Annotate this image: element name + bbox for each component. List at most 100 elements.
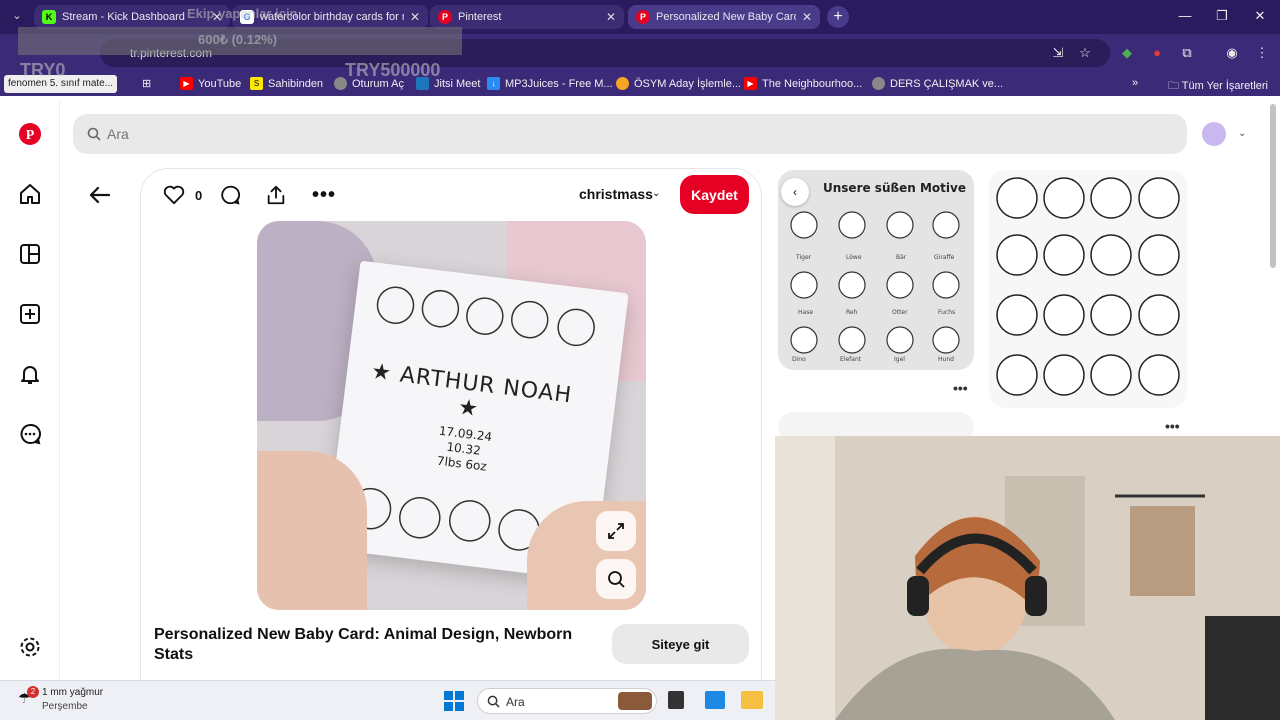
overlay-goal-min: TRY0 (20, 60, 66, 80)
related-pin-2-more-icon[interactable]: ••• (1165, 418, 1180, 434)
bookmark-label: ÖSYM Aday İşlemle... (634, 77, 741, 90)
terminal-app-icon[interactable] (668, 691, 684, 709)
photos-app-icon[interactable] (705, 691, 725, 709)
animal-label: Löwe (846, 254, 862, 261)
window-close-icon[interactable]: ✕ (1250, 8, 1270, 24)
related-pin-1-more-icon[interactable]: ••• (953, 380, 968, 396)
share-icon[interactable] (265, 183, 287, 207)
pinterest-sidebar: P (0, 100, 60, 680)
tab-title: Personalized New Baby Card: A (656, 11, 796, 23)
bookmarks-bar: fenomen 5. sınıf mate... ⊞ ▶ YouTube S S… (0, 72, 1280, 96)
new-tab-button[interactable]: + (827, 6, 849, 28)
shield-extension-icon[interactable]: ◆ (1117, 45, 1137, 61)
search-input[interactable] (107, 114, 1167, 154)
browser-menu-icon[interactable]: ⋮ (1252, 45, 1272, 61)
apps-grid-icon[interactable]: ⊞ (142, 77, 151, 90)
kick-icon: K (42, 10, 56, 24)
folder-label: Tüm Yer İşaretleri (1181, 80, 1268, 92)
profile-avatar-icon[interactable]: ◉ (1222, 45, 1242, 61)
tab-personalized-baby-card[interactable]: P Personalized New Baby Card: A ✕ (628, 5, 820, 29)
animal-motifs-grid (790, 211, 960, 354)
board-selector[interactable]: christmass (579, 186, 653, 202)
back-arrow-icon[interactable] (88, 183, 112, 207)
svg-text:P: P (26, 128, 35, 143)
close-icon[interactable]: ✕ (802, 10, 812, 24)
youtube-icon: ▶ (180, 77, 193, 90)
chevron-down-icon[interactable]: ⌄ (652, 188, 660, 199)
bookmark-sahibinden[interactable]: S Sahibinden (250, 77, 323, 90)
star-icon: ★ (369, 359, 402, 388)
overlay-goal-progress: 600₺ (0.12%) (198, 32, 278, 47)
comment-icon[interactable] (219, 183, 241, 207)
bookmark-youtube[interactable]: ▶ YouTube (180, 77, 241, 90)
animal-label: Hund (938, 356, 954, 363)
heart-icon (163, 185, 185, 205)
pinterest-logo-icon[interactable]: P (18, 122, 42, 146)
bookmark-label: MP3Juices - Free M... (505, 77, 613, 90)
bookmark-mp3juices[interactable]: ↓ MP3Juices - Free M... (487, 77, 613, 90)
restore-icon[interactable]: ❐ (1212, 8, 1232, 24)
visit-site-button[interactable]: Siteye git (612, 624, 749, 664)
install-app-icon[interactable]: ⇲ (1048, 45, 1068, 61)
notifications-bell-icon[interactable] (18, 362, 42, 386)
bookmark-label: YouTube (198, 77, 242, 90)
search-bar (73, 114, 1187, 154)
like-button[interactable]: 0 (163, 183, 202, 207)
bookmark-label: The Neighbourhoo... (762, 77, 863, 90)
animal-faces-grid (996, 177, 1180, 396)
file-explorer-icon[interactable] (741, 691, 763, 709)
carousel-prev-icon[interactable]: ‹ (781, 178, 809, 206)
pinterest-icon: P (438, 10, 452, 24)
visual-search-icon[interactable] (596, 559, 636, 599)
tab-pinterest[interactable]: P Pinterest ✕ (430, 5, 624, 29)
bookmark-label: Sahibinden (268, 77, 324, 90)
close-icon[interactable]: ✕ (606, 10, 616, 24)
bookmarks-overflow-icon[interactable]: » (1132, 77, 1138, 89)
messages-icon[interactable] (18, 422, 42, 446)
related-pin-1[interactable]: Tiger Löwe Bär Giraffe Hase Reh Otter Fu… (778, 170, 974, 370)
bookmark-label: Jitsi Meet (434, 77, 481, 90)
overlay-goal-max: TRY500000 (345, 60, 441, 80)
animal-label: Igel (894, 356, 905, 363)
hand-left (257, 451, 367, 610)
bookmark-ders-calismak[interactable]: DERS ÇALIŞMAK ve... (872, 77, 1003, 90)
windows-start-icon[interactable] (444, 691, 464, 711)
windows-taskbar (0, 680, 775, 720)
explore-icon[interactable] (18, 242, 42, 266)
related-pin-2[interactable] (989, 170, 1187, 408)
pinterest-icon: P (636, 10, 650, 24)
settings-gear-icon[interactable] (18, 635, 42, 659)
profile-avatar[interactable] (1202, 122, 1226, 146)
home-icon[interactable] (18, 182, 42, 206)
like-count: 0 (195, 187, 203, 203)
expand-icon[interactable] (596, 511, 636, 551)
extensions-icon[interactable]: ⧉ (1177, 45, 1197, 61)
tab-search-icon[interactable]: ⌄ (8, 9, 26, 25)
bookmark-osym[interactable]: ÖSYM Aday İşlemle... (616, 77, 741, 90)
record-extension-icon[interactable]: ● (1147, 45, 1167, 61)
all-bookmarks-folder[interactable]: 🗀 Tüm Yer İşaretleri (1168, 77, 1268, 96)
page-scrollbar[interactable] (1270, 104, 1276, 268)
more-options-icon[interactable]: ••• (312, 183, 336, 207)
animal-label: Hase (798, 309, 814, 316)
account-chevron-down-icon[interactable]: ⌄ (1238, 128, 1246, 139)
folder-icon: 🗀 (1167, 80, 1182, 92)
taskbar-search[interactable]: Ara (477, 688, 657, 714)
close-icon[interactable]: ✕ (410, 10, 420, 24)
animal-label: Reh (846, 309, 858, 316)
taskbar-search-label: Ara (506, 695, 525, 709)
save-button[interactable]: Kaydet (680, 175, 749, 214)
globe-icon (872, 77, 885, 90)
download-icon: ↓ (487, 77, 500, 90)
search-icon (87, 127, 101, 141)
bookmark-star-icon[interactable]: ☆ (1075, 45, 1095, 61)
search-icon (487, 695, 500, 708)
create-icon[interactable] (18, 302, 42, 326)
minimize-icon[interactable]: — (1175, 8, 1195, 23)
youtube-icon: ▶ (744, 77, 757, 90)
pin-image[interactable]: ★ ARTHUR NOAH ★ 17.09.24 10.32 7lbs 6oz (257, 221, 646, 610)
search-highlight-image (618, 692, 652, 710)
animal-label: Elefant (840, 356, 862, 363)
bookmark-neighbourhood[interactable]: ▶ The Neighbourhoo... (744, 77, 862, 90)
weather-summary[interactable]: 1 mm yağmur (42, 687, 103, 698)
